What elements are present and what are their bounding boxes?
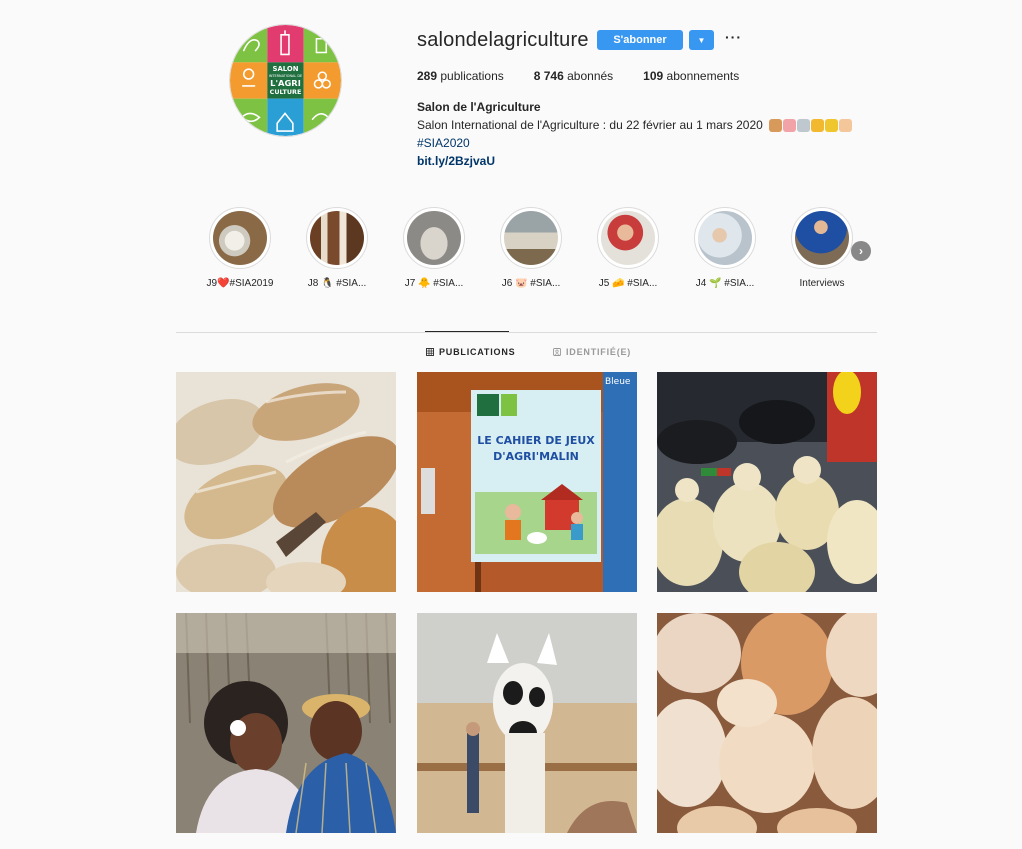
grid-icon [426,348,434,356]
story-highlights: J9❤️#SIA2019 J8 🐧 #SIA... J7 🐥 #SIA... J… [204,207,884,297]
post-image [176,613,396,833]
bio-name: Salon de l'Agriculture [417,100,541,114]
suggested-accounts-button[interactable]: ▼ [689,30,714,50]
highlight-label: J4 🌱 #SIA... [695,278,755,289]
highlight-label: J8 🐧 #SIA... [307,278,367,289]
caret-down-icon: ▼ [697,35,706,45]
highlight-j5[interactable]: J5 🧀 #SIA... [592,207,664,289]
post-image [417,613,637,833]
post-cheeses[interactable] [657,372,877,592]
sunflower-emoji-icon [811,119,825,133]
follow-button[interactable]: S'abonner [597,30,683,50]
active-tab-indicator [425,331,509,332]
posts-count: 289 publications [417,69,504,83]
highlight-interviews[interactable]: Interviews [786,207,858,289]
followers-count[interactable]: 8 746 abonnés [534,69,613,83]
post-image [657,613,877,833]
highlight-j4[interactable]: J4 🌱 #SIA... [689,207,761,289]
svg-text:SALON: SALON [273,65,299,73]
chevron-right-icon: › [859,244,863,258]
bio-description: Salon International de l'Agriculture : d… [417,118,853,133]
post-image [176,372,396,592]
corn-emoji-icon [825,119,839,133]
highlight-j8[interactable]: J8 🐧 #SIA... [301,207,373,289]
salon-agriculture-logo: SALON INTERNATIONAL DE L'AGRI CULTURE [230,25,341,136]
cow-emoji-icon [769,119,783,133]
svg-text:D'AGRI'MALIN: D'AGRI'MALIN [493,450,579,463]
post-game-booklet[interactable]: Bleue LE CAHIER DE JEUX D'AGRI'MALIN [417,372,637,592]
svg-text:Bleue: Bleue [605,377,631,387]
highlight-label: J9❤️#SIA2019 [206,278,274,289]
highlight-thumbnail [310,211,364,265]
post-image: Bleue LE CAHIER DE JEUX D'AGRI'MALIN [417,372,637,592]
post-eggs[interactable] [657,613,877,833]
highlight-label: J6 🐷 #SIA... [501,278,561,289]
profile-stats: 289 publications 8 746 abonnés 109 abonn… [417,69,769,83]
hand-emoji-icon [839,119,853,133]
highlight-label: J5 🧀 #SIA... [598,278,658,289]
more-options-button[interactable]: ··· [725,28,741,48]
glass-emoji-icon [797,119,811,133]
bio-emojis [769,119,853,133]
svg-text:L'AGRI: L'AGRI [270,78,301,88]
post-women-smiling[interactable] [176,613,396,833]
svg-text:LE CAHIER DE JEUX: LE CAHIER DE JEUX [477,434,595,447]
tabs-divider [176,332,877,333]
svg-text:CULTURE: CULTURE [270,88,302,96]
profile-avatar[interactable]: SALON INTERNATIONAL DE L'AGRI CULTURE [229,24,342,137]
post-bread[interactable] [176,372,396,592]
tagged-icon [553,348,561,356]
highlight-thumbnail [795,211,849,265]
pig-emoji-icon [783,119,797,133]
highlight-thumbnail [213,211,267,265]
highlight-label: J7 🐥 #SIA... [404,278,464,289]
highlight-thumbnail [601,211,655,265]
tab-tagged[interactable]: IDENTIFIÉ(E) [553,347,631,357]
highlight-j7[interactable]: J7 🐥 #SIA... [398,207,470,289]
following-count[interactable]: 109 abonnements [643,69,739,83]
highlights-next-button[interactable]: › [851,241,871,261]
highlight-j6[interactable]: J6 🐷 #SIA... [495,207,567,289]
highlight-label: Interviews [799,278,845,289]
highlight-j9[interactable]: J9❤️#SIA2019 [204,207,276,289]
highlight-thumbnail [407,211,461,265]
bio-hashtag-link[interactable]: #SIA2020 [417,136,470,150]
bio-external-link[interactable]: bit.ly/2BzjvaU [417,154,495,168]
post-image [657,372,877,592]
profile-username: salondelagriculture [417,29,589,51]
tab-publications[interactable]: PUBLICATIONS [426,347,515,357]
highlight-thumbnail [698,211,752,265]
more-horizontal-icon: ··· [725,29,742,45]
post-llama[interactable] [417,613,637,833]
highlight-thumbnail [504,211,558,265]
